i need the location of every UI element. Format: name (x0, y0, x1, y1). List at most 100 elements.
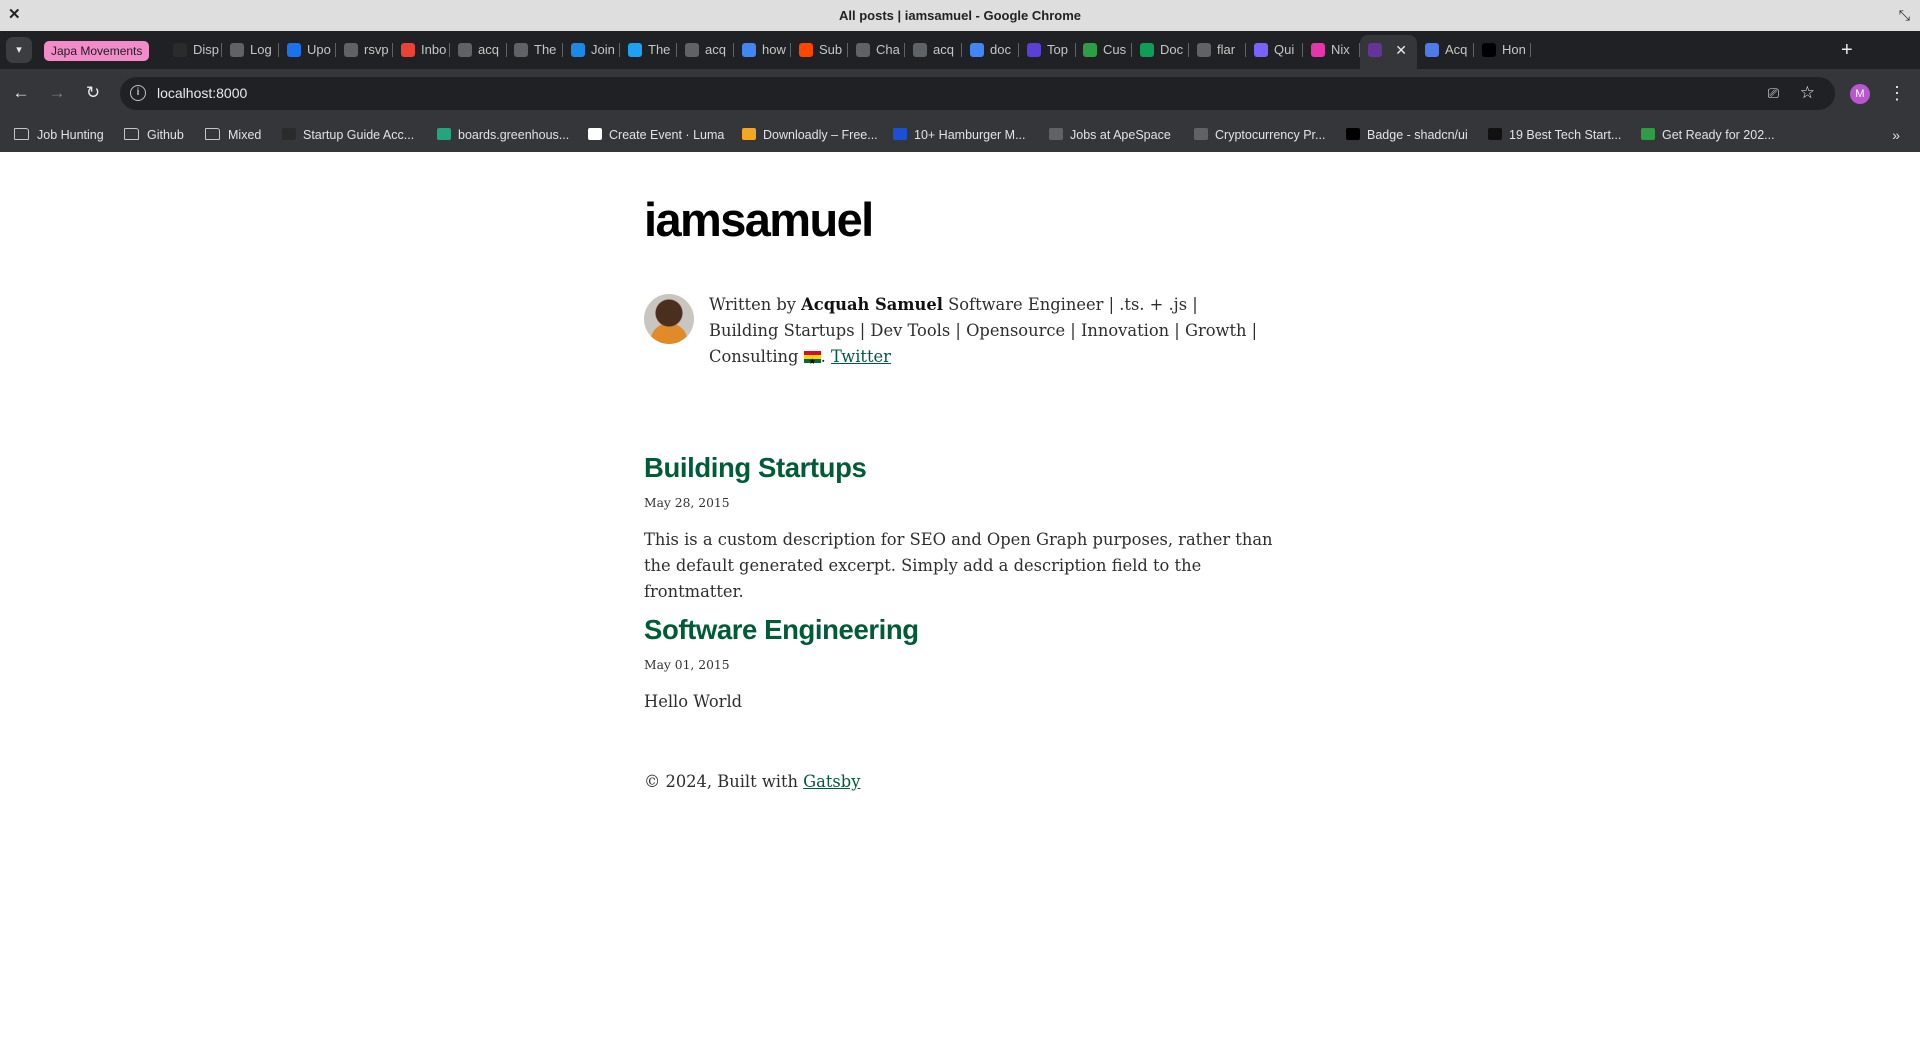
post-title-link[interactable]: Building Startups (644, 450, 1284, 486)
post-date: May 01, 2015 (644, 658, 730, 672)
bookmark-item[interactable]: Github (124, 118, 184, 152)
github-icon (913, 43, 927, 57)
twitter-link[interactable]: Twitter (831, 347, 891, 366)
tab-label: Qui (1274, 42, 1295, 57)
bookmark-label: boards.greenhous... (458, 128, 570, 142)
tab-group-label[interactable]: Japa Movements (44, 41, 150, 61)
post-title-link[interactable]: Software Engineering (644, 612, 1284, 648)
tab-label: doc (990, 42, 1011, 57)
bookmark-item[interactable]: boards.greenhous... (437, 118, 569, 152)
tab-label: The (648, 42, 671, 57)
browser-tab[interactable]: acq (450, 35, 507, 65)
google-icon (970, 43, 984, 57)
bookmarks-bar: Job Hunting Github Mixed Startup Guide Acc.… (0, 118, 1920, 152)
browser-tab[interactable]: rsvp (336, 35, 393, 65)
browser-tab[interactable]: Disp (165, 35, 222, 65)
browser-tab[interactable]: Cha (848, 35, 905, 65)
browser-tab[interactable]: ✕ (1360, 35, 1417, 69)
bookmark-label: Github (147, 128, 184, 142)
browser-tab[interactable]: Log (222, 35, 279, 65)
greenhouse-icon (437, 128, 451, 140)
back-button[interactable]: ← (8, 80, 34, 106)
post-item: Building Startups May 28, 2015 This is a… (644, 450, 1284, 605)
downloadly-icon (742, 128, 756, 140)
browser-tab[interactable]: Top (1019, 35, 1076, 65)
site-title[interactable]: iamsamuel (644, 192, 874, 248)
chat-icon (230, 43, 244, 57)
browser-tab[interactable]: Upo (279, 35, 336, 65)
folder-icon (205, 128, 220, 140)
bookmark-item[interactable]: Job Hunting (14, 118, 104, 152)
tab-label: Hon (1502, 42, 1526, 57)
tab-label: Nix (1331, 42, 1350, 57)
browser-tab[interactable]: flar (1189, 35, 1246, 65)
gatsby-icon (1368, 43, 1382, 57)
browser-tab[interactable]: The (506, 35, 563, 65)
github-icon (458, 43, 472, 57)
browser-tab[interactable]: Cus (1075, 35, 1132, 65)
bookmark-label: Mixed (228, 128, 262, 142)
browser-tab[interactable]: The (620, 35, 677, 65)
github-icon (1197, 43, 1211, 57)
notion-icon (282, 128, 296, 140)
dark-circle-icon (173, 43, 187, 57)
browser-tab[interactable]: Sub (791, 35, 848, 65)
bookmark-item[interactable]: Get Ready for 202... (1641, 118, 1775, 152)
browser-tab[interactable]: doc (962, 35, 1019, 65)
bookmark-item[interactable]: Create Event · Luma (588, 118, 724, 152)
bookmark-item[interactable]: 10+ Hamburger M... (893, 118, 1026, 152)
bookmark-item[interactable]: Jobs at ApeSpace (1049, 118, 1171, 152)
gatsby-link[interactable]: Gatsby (803, 772, 860, 791)
chrome-menu-icon[interactable]: ⋮ (1888, 81, 1906, 105)
browser-tab[interactable]: Qui (1246, 35, 1303, 65)
blue-circle-icon (287, 43, 301, 57)
bookmark-item[interactable]: Badge - shadcn/ui (1346, 118, 1468, 152)
tab-strip: ▾ Japa Movements Disp Log Upo rsvp Inbo acq Th… (0, 31, 1920, 69)
bookmarks-overflow-icon[interactable]: » (1892, 118, 1900, 152)
browser-tab[interactable]: Hon (1474, 35, 1531, 65)
forward-button[interactable]: → (44, 80, 70, 106)
page-footer: © 2024, Built with Gatsby (644, 772, 860, 791)
post-description: Hello World (644, 692, 743, 711)
globe-icon (514, 43, 528, 57)
browser-tab[interactable]: Acq (1417, 35, 1474, 65)
new-tab-button[interactable]: + (1841, 38, 1853, 62)
bookmark-star-icon[interactable]: ☆ (1800, 83, 1815, 103)
cloud-icon (1083, 43, 1097, 57)
profile-avatar[interactable]: M (1850, 84, 1870, 104)
window-title: All posts | iamsamuel - Google Chrome (838, 8, 1082, 23)
reload-button[interactable]: ↻ (80, 80, 106, 106)
browser-tab[interactable]: Nix (1303, 35, 1360, 65)
install-app-icon[interactable]: ⎚ (1768, 85, 1779, 101)
tab-close-icon[interactable]: ✕ (1395, 41, 1407, 59)
bookmark-item[interactable]: Downloadly – Free... (742, 118, 878, 152)
browser-tab[interactable]: acq (905, 35, 962, 65)
bird-icon (628, 43, 642, 57)
sb-icon (1641, 128, 1655, 140)
window-titlebar: ✕ All posts | iamsamuel - Google Chrome … (0, 0, 1920, 31)
play-icon (571, 43, 585, 57)
browser-tab[interactable]: Join (563, 35, 620, 65)
browser-tab[interactable]: acq (677, 35, 734, 65)
github-icon (685, 43, 699, 57)
window-restore-icon[interactable]: ⤡ (1899, 7, 1910, 23)
globe-icon (1049, 128, 1063, 140)
bookmark-item[interactable]: 19 Best Tech Start... (1488, 118, 1621, 152)
bookmark-item[interactable]: Cryptocurrency Pr... (1194, 118, 1325, 152)
browser-tab[interactable]: Inbo (393, 35, 450, 65)
bookmark-item[interactable]: Startup Guide Acc... (282, 118, 414, 152)
docs-icon (1140, 43, 1154, 57)
site-info-icon[interactable]: i (130, 85, 146, 101)
bookmark-item[interactable]: Mixed (205, 118, 261, 152)
tab-label: how (762, 42, 786, 57)
browser-tab[interactable]: how (734, 35, 791, 65)
bio-prefix: Written by (709, 295, 802, 314)
tab-separator (1530, 43, 1531, 57)
bio-flag-suffix: . (820, 347, 831, 366)
address-bar[interactable]: i localhost:8000 ⎚ ☆ (120, 77, 1835, 110)
browser-tab[interactable]: Doc (1132, 35, 1189, 65)
tab-label: acq (478, 42, 499, 57)
tab-search-button[interactable]: ▾ (6, 37, 32, 63)
openai-icon (856, 43, 870, 57)
address-url[interactable]: localhost:8000 (157, 77, 247, 110)
